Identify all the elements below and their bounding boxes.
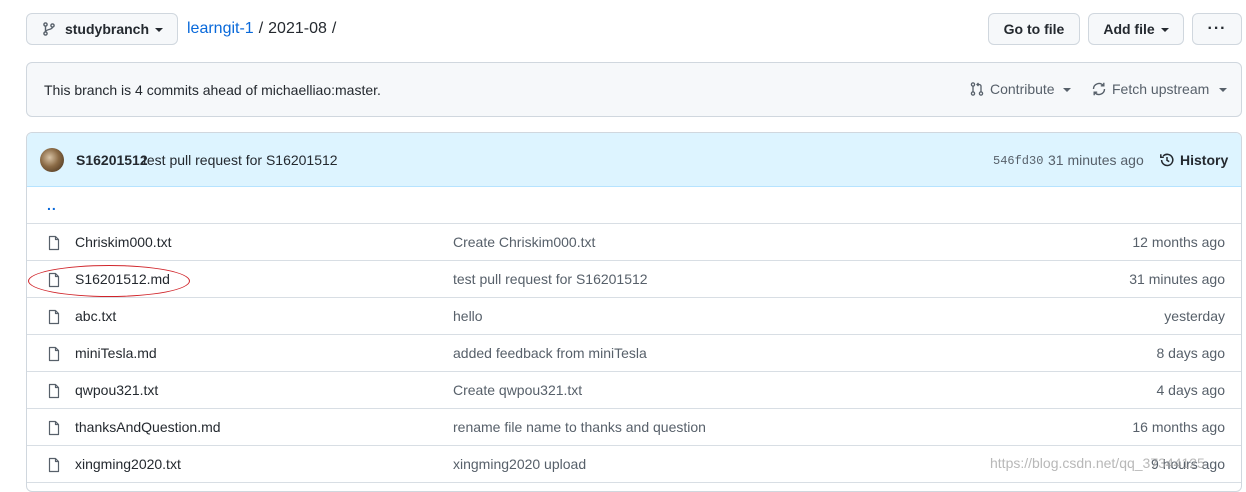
file-icon: [48, 457, 60, 473]
history-label: History: [1180, 152, 1229, 168]
file-name-link[interactable]: Chriskim000.txt: [75, 234, 171, 250]
history-link[interactable]: History: [1159, 152, 1228, 168]
file-commit-age: 9 hours ago: [1151, 456, 1225, 472]
branch-status-box: This branch is 4 commits ahead of michae…: [26, 62, 1242, 117]
go-to-file-button[interactable]: Go to file: [988, 13, 1080, 45]
pull-request-icon: [970, 82, 984, 96]
fetch-upstream-label: Fetch upstream: [1112, 81, 1210, 97]
file-icon: [48, 309, 60, 325]
file-name-link[interactable]: miniTesla.md: [75, 345, 157, 361]
file-commit-message-link[interactable]: Create qwpou321.txt: [453, 382, 582, 398]
file-name-link[interactable]: qwpou321.txt: [75, 382, 158, 398]
file-rows: Chriskim000.txt Create Chriskim000.txt 12 …: [27, 224, 1241, 483]
file-row: miniTesla.md added feedback from miniTesl…: [27, 335, 1241, 372]
file-commit-age: 16 months ago: [1132, 419, 1225, 435]
more-options-button[interactable]: ···: [1192, 13, 1242, 45]
commit-time: 31 minutes ago: [1048, 152, 1144, 168]
breadcrumb-separator: /: [258, 20, 264, 37]
file-commit-message-link[interactable]: hello: [453, 308, 483, 324]
branch-ahead-text: This branch is 4 commits ahead of michae…: [44, 82, 381, 98]
file-commit-message-link[interactable]: test pull request for S16201512: [453, 271, 648, 287]
history-icon: [1160, 153, 1174, 167]
chevron-down-icon: [155, 28, 163, 32]
file-name-link[interactable]: thanksAndQuestion.md: [75, 419, 221, 435]
chevron-down-icon: [1062, 88, 1071, 92]
branch-select-button[interactable]: studybranch: [26, 13, 178, 45]
add-file-label: Add file: [1103, 21, 1155, 37]
contribute-label: Contribute: [990, 81, 1055, 97]
chevron-down-icon: [1219, 88, 1228, 92]
kebab-icon: ···: [1207, 20, 1227, 37]
parent-directory-row: ..: [27, 187, 1241, 224]
file-name-link[interactable]: S16201512.md: [75, 271, 170, 287]
file-commit-message-link[interactable]: Create Chriskim000.txt: [453, 234, 595, 250]
branch-name: studybranch: [64, 21, 149, 37]
file-row: thanksAndQuestion.md rename file name to …: [27, 409, 1241, 446]
file-commit-age: yesterday: [1164, 308, 1225, 324]
sync-icon: [1092, 82, 1106, 96]
file-commit-age: 4 days ago: [1156, 382, 1226, 398]
latest-commit-bar: S16201512 test pull request for S1620151…: [27, 133, 1241, 187]
file-commit-age: 31 minutes ago: [1129, 271, 1225, 287]
fetch-upstream-dropdown[interactable]: Fetch upstream: [1091, 81, 1228, 97]
contribute-dropdown[interactable]: Contribute: [969, 81, 1071, 97]
breadcrumb: learngit-1 / 2021-08 /: [187, 20, 341, 38]
go-to-file-label: Go to file: [1003, 21, 1065, 37]
chevron-down-icon: [1160, 28, 1169, 32]
file-row: qwpou321.txt Create qwpou321.txt 4 days ag…: [27, 372, 1241, 409]
git-branch-icon: [43, 22, 55, 36]
file-commit-message-link[interactable]: added feedback from miniTesla: [453, 345, 647, 361]
commit-message-link[interactable]: test pull request for S16201512: [143, 152, 338, 168]
file-icon: [48, 235, 60, 251]
parent-directory-link[interactable]: ..: [47, 197, 57, 213]
avatar[interactable]: [40, 148, 64, 172]
file-commit-age: 12 months ago: [1132, 234, 1225, 250]
commit-sha-link[interactable]: 546fd30: [993, 154, 1043, 168]
file-row: xingming2020.txt xingming2020 upload 9 hou…: [27, 446, 1241, 483]
file-icon: [48, 346, 60, 362]
add-file-button[interactable]: Add file: [1088, 13, 1184, 45]
file-icon: [48, 272, 60, 288]
file-commit-message-link[interactable]: rename file name to thanks and question: [453, 419, 706, 435]
file-name-link[interactable]: xingming2020.txt: [75, 456, 181, 472]
file-row: Chriskim000.txt Create Chriskim000.txt 12 …: [27, 224, 1241, 261]
file-commit-age: 8 days ago: [1156, 345, 1226, 361]
breadcrumb-separator: /: [331, 20, 337, 37]
file-row: S16201512.md test pull request for S16201…: [27, 261, 1241, 298]
file-name-link[interactable]: abc.txt: [75, 308, 116, 324]
file-icon: [48, 420, 60, 436]
file-row: abc.txt hello yesterday: [27, 298, 1241, 335]
breadcrumb-folder: 2021-08: [268, 20, 327, 37]
breadcrumb-repo-link[interactable]: learngit-1: [187, 20, 254, 38]
file-commit-message-link[interactable]: xingming2020 upload: [453, 456, 586, 472]
commit-author-link[interactable]: S16201512: [76, 152, 148, 168]
file-icon: [48, 383, 60, 399]
file-listing: S16201512 test pull request for S1620151…: [26, 132, 1242, 492]
